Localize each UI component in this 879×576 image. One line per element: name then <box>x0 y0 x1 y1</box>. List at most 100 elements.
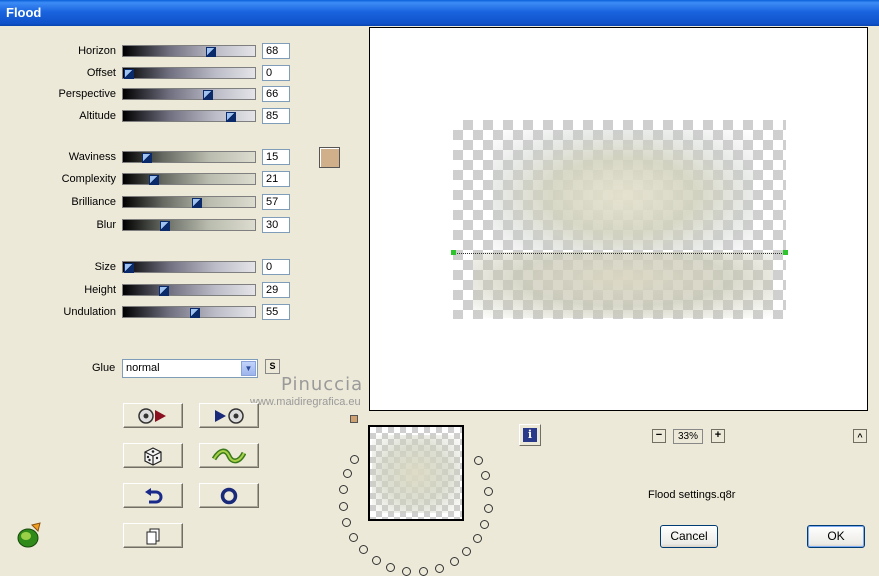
brilliance-slider-row: Brilliance 57 <box>0 194 300 212</box>
brilliance-value-field[interactable]: 57 <box>262 194 290 210</box>
waviness-value-field[interactable]: 15 <box>262 149 290 165</box>
slider-thumb[interactable] <box>192 198 203 208</box>
dial-dot[interactable] <box>480 519 490 529</box>
horizon-value-field[interactable]: 68 <box>262 43 290 59</box>
slider-thumb[interactable] <box>226 112 236 122</box>
dial-dot[interactable] <box>434 563 444 573</box>
waviness-label: Waviness <box>68 151 116 163</box>
zoom-level: 33% <box>673 429 703 444</box>
altitude-slider[interactable] <box>122 110 256 122</box>
dial-dot[interactable] <box>483 503 493 513</box>
wave-icon <box>212 448 246 463</box>
dial-dot[interactable] <box>449 556 459 566</box>
info-button[interactable]: i <box>519 424 541 446</box>
brilliance-slider[interactable] <box>122 196 256 208</box>
previous-preset-button[interactable] <box>123 403 183 428</box>
perspective-value-field[interactable]: 66 <box>262 86 290 102</box>
horizon-slider[interactable] <box>122 45 256 57</box>
dial-dot[interactable] <box>402 566 412 576</box>
undo-button[interactable] <box>123 483 183 508</box>
zoom-out-button[interactable]: − <box>652 429 666 443</box>
horizon-handle-left[interactable] <box>451 250 456 255</box>
size-value-field[interactable]: 0 <box>262 259 290 275</box>
copy-page-icon <box>146 528 160 544</box>
dial-dot[interactable] <box>338 501 348 511</box>
dial-dot[interactable] <box>350 454 360 464</box>
altitude-value-field[interactable]: 85 <box>262 108 290 124</box>
height-value-field[interactable]: 29 <box>262 282 290 298</box>
dial-dot[interactable] <box>371 555 381 565</box>
undulation-slider-row: Undulation 55 <box>0 304 300 322</box>
slider-thumb[interactable] <box>124 69 134 79</box>
previous-preset-icon <box>138 407 166 424</box>
slider-thumb[interactable] <box>190 308 200 318</box>
slider-thumb[interactable] <box>160 221 170 231</box>
dial-dot[interactable] <box>339 485 349 495</box>
dial-dot[interactable] <box>349 532 359 542</box>
slider-thumb[interactable] <box>205 47 216 57</box>
offset-slider-row: Offset 0 <box>0 65 300 83</box>
blur-slider-row: Blur 30 <box>0 217 300 235</box>
horizon-slider-row: Horizon 68 <box>0 43 300 61</box>
watermark-title: Pinuccia <box>281 374 364 395</box>
height-slider[interactable] <box>122 284 256 296</box>
dial-dot[interactable] <box>484 487 494 497</box>
slider-thumb[interactable] <box>124 263 134 273</box>
slider-thumb[interactable] <box>158 286 169 296</box>
copy-button[interactable] <box>123 523 183 548</box>
complexity-value-field[interactable]: 21 <box>262 171 290 187</box>
random-dice-icon <box>144 446 162 466</box>
slider-thumb[interactable] <box>203 90 214 100</box>
slider-thumb[interactable] <box>149 175 160 185</box>
height-label: Height <box>84 284 116 296</box>
glue-s-button[interactable]: S <box>265 359 280 374</box>
horizon-handle-right[interactable] <box>783 250 788 255</box>
reset-ring-icon <box>220 487 238 504</box>
preview-canvas[interactable] <box>369 27 868 411</box>
dial-dot[interactable] <box>359 545 369 555</box>
undulation-slider[interactable] <box>122 306 256 318</box>
next-preset-button[interactable] <box>199 403 259 428</box>
app-logo-icon <box>17 522 41 548</box>
landscape-scene <box>493 130 753 250</box>
wave-button[interactable] <box>199 443 259 468</box>
size-slider[interactable] <box>122 261 256 273</box>
altitude-slider-row: Altitude 85 <box>0 108 300 126</box>
water-reflection <box>473 252 773 318</box>
cancel-button[interactable]: Cancel <box>660 525 718 548</box>
ok-button[interactable]: OK <box>807 525 865 548</box>
randomize-button[interactable] <box>123 443 183 468</box>
perspective-slider[interactable] <box>122 88 256 100</box>
scroll-up-button[interactable]: ^ <box>853 429 867 443</box>
waviness-slider[interactable] <box>122 151 256 163</box>
brilliance-label: Brilliance <box>71 196 116 208</box>
navigator-handle[interactable] <box>350 415 358 423</box>
glue-selected-value: normal <box>126 362 160 374</box>
next-preset-icon <box>215 407 244 424</box>
glue-label: Glue <box>92 362 116 374</box>
blur-value-field[interactable]: 30 <box>262 217 290 233</box>
watermark-url: www.maidiregrafica.eu <box>250 396 361 408</box>
navigator-thumbnail[interactable] <box>368 425 464 521</box>
undulation-value-field[interactable]: 55 <box>262 304 290 320</box>
dial-dot[interactable] <box>473 456 483 466</box>
blur-slider[interactable] <box>122 219 256 231</box>
glue-select[interactable]: normal ▼ <box>122 359 258 378</box>
size-label: Size <box>94 261 116 273</box>
flood-color-swatch[interactable] <box>319 147 340 168</box>
title-bar[interactable]: Flood <box>0 0 879 26</box>
chevron-down-icon[interactable]: ▼ <box>241 361 256 376</box>
slider-thumb[interactable] <box>142 153 152 163</box>
height-slider-row: Height 29 <box>0 282 300 300</box>
dial-dot[interactable] <box>480 471 490 481</box>
offset-slider[interactable] <box>122 67 256 79</box>
dial-dot[interactable] <box>418 567 428 576</box>
complexity-slider[interactable] <box>122 173 256 185</box>
dial-dot[interactable] <box>342 517 352 527</box>
dial-dot[interactable] <box>342 469 352 479</box>
dial-dot[interactable] <box>462 546 472 556</box>
reset-button[interactable] <box>199 483 259 508</box>
offset-value-field[interactable]: 0 <box>262 65 290 81</box>
zoom-in-button[interactable]: + <box>711 429 725 443</box>
dial-dot[interactable] <box>472 534 482 544</box>
